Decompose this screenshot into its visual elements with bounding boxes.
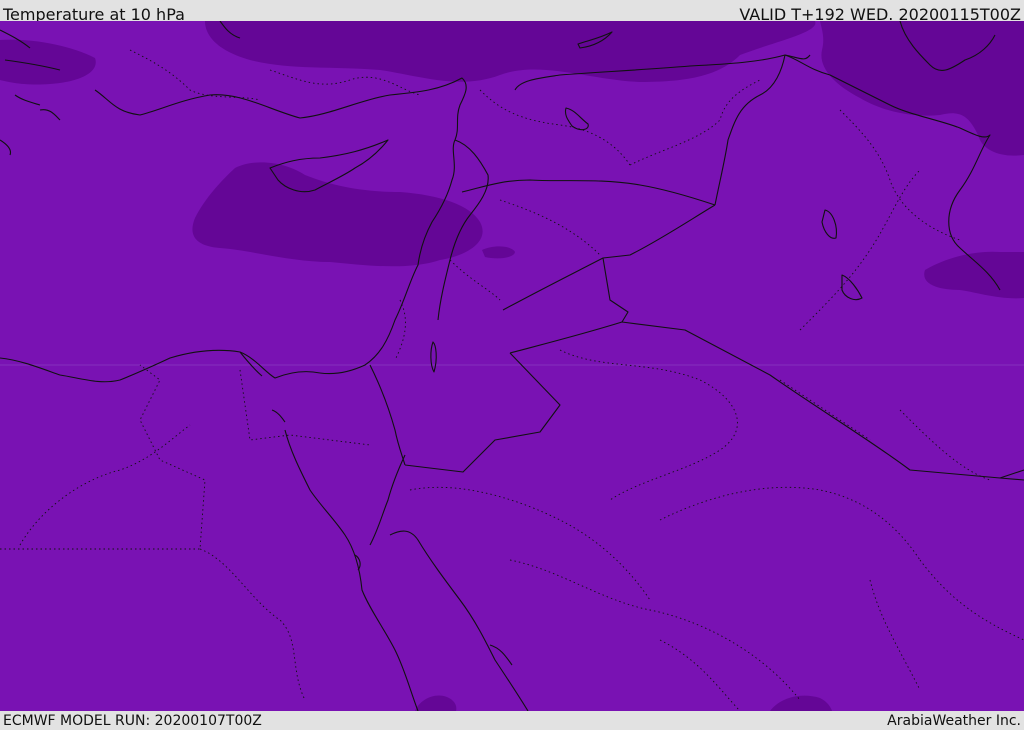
weather-map <box>0 21 1024 711</box>
header-bar: Temperature at 10 hPa VALID T+192 WED. 2… <box>0 0 1024 24</box>
model-run: ECMWF MODEL RUN: 20200107T00Z <box>3 713 262 729</box>
footer-bar: ECMWF MODEL RUN: 20200107T00Z ArabiaWeat… <box>0 711 1024 729</box>
credit: ArabiaWeather Inc. <box>887 713 1021 729</box>
